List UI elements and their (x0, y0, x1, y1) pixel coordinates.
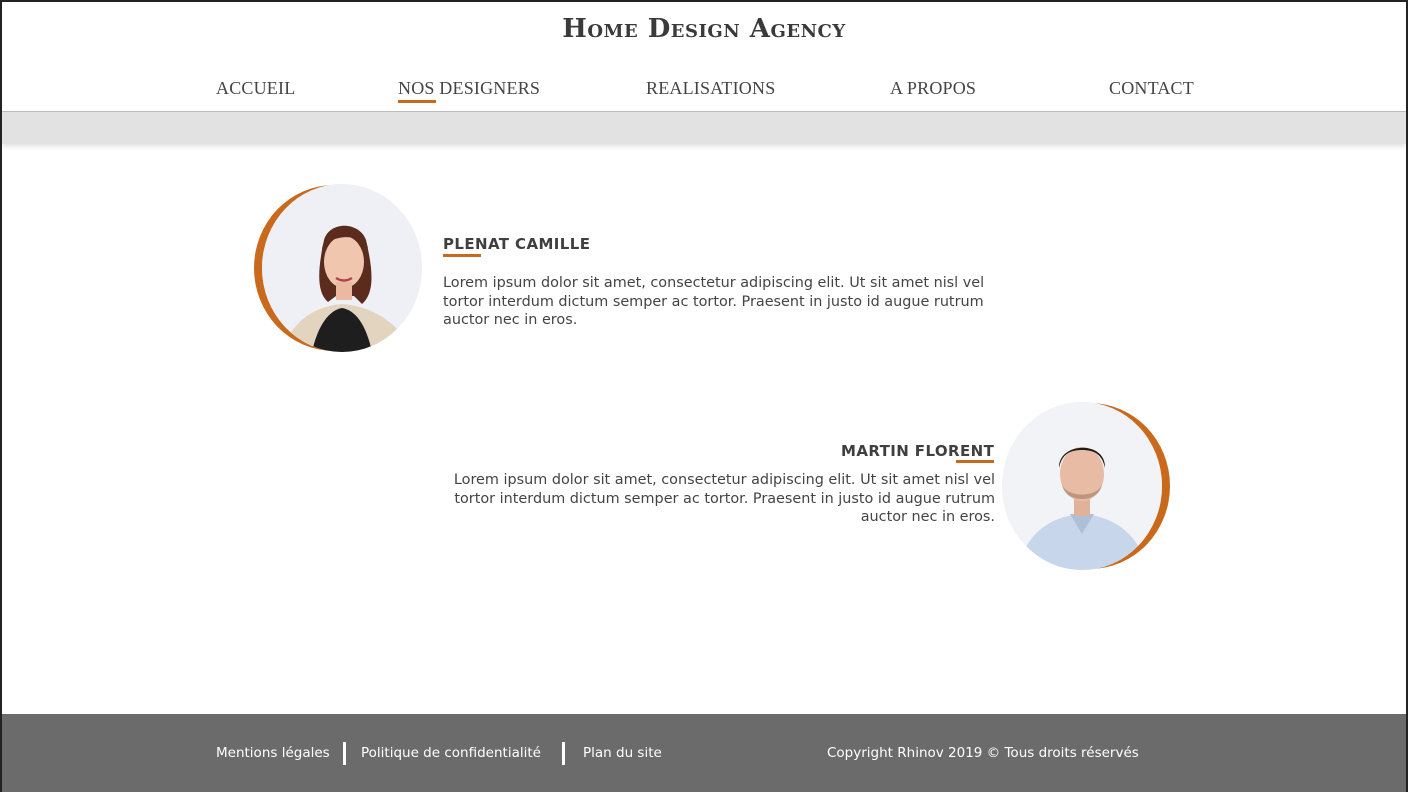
designer-photo-camille (254, 184, 422, 352)
footer-copyright: Copyright Rhinov 2019 © Tous droits rése… (827, 745, 1139, 761)
nav-item-nos-designers[interactable]: NOS DESIGNERS (398, 78, 540, 99)
portrait-man-image (1002, 402, 1162, 570)
designer-description-camille: Lorem ipsum dolor sit amet, consectetur … (443, 275, 985, 328)
nav-item-realisations[interactable]: REALISATIONS (646, 78, 775, 99)
nav-active-indicator (398, 100, 436, 103)
designer-description-florent: Lorem ipsum dolor sit amet, consectetur … (453, 472, 995, 525)
portrait-woman-image (262, 184, 422, 352)
nav-item-contact[interactable]: CONTACT (1109, 78, 1194, 99)
designer-name-camille: PLENAT CAMILLE (443, 235, 591, 253)
nav-item-accueil[interactable]: ACCUEIL (216, 78, 295, 99)
footer-separator (343, 742, 346, 765)
banner-band (2, 112, 1406, 144)
avatar-camille (262, 184, 422, 352)
avatar-florent (1002, 402, 1162, 570)
footer-link-mentions-legales[interactable]: Mentions légales (216, 745, 330, 761)
footer-separator (562, 742, 565, 765)
designer-photo-florent (1002, 402, 1170, 570)
footer-link-politique-confidentialite[interactable]: Politique de confidentialité (361, 745, 541, 761)
site-title: Home Design Agency (562, 14, 846, 44)
designer-name-underline (956, 460, 994, 463)
footer-link-plan-du-site[interactable]: Plan du site (583, 745, 662, 761)
nav-item-a-propos[interactable]: A PROPOS (890, 78, 976, 99)
site-footer: Mentions légales Politique de confidenti… (2, 714, 1406, 792)
main-nav: ACCUEIL NOS DESIGNERS REALISATIONS A PRO… (0, 78, 1408, 104)
designer-name-underline (443, 254, 481, 257)
designer-name-florent: MARTIN FLORENT (841, 442, 995, 460)
